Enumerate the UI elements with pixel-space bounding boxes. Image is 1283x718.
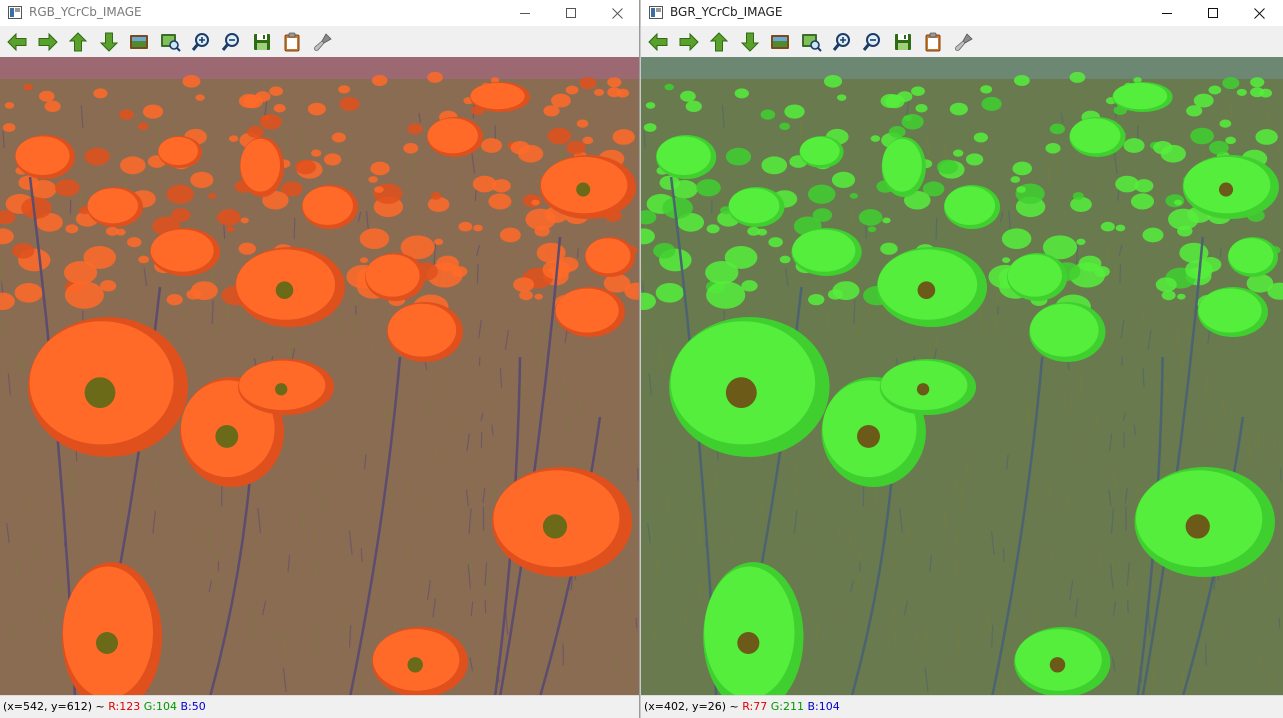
copy-clipboard-icon: [284, 32, 300, 51]
zoom-fit-button[interactable]: [159, 31, 181, 53]
title-bar[interactable]: RGB_YCrCb_IMAGE: [0, 0, 639, 26]
copy-clipboard-button[interactable]: [922, 31, 944, 53]
toolbar: [641, 26, 1283, 57]
status-bar: (x=402, y=26) ~ R:77 G:211 B:104: [641, 695, 1283, 718]
zoom-original-icon: [771, 34, 790, 49]
app-icon: [649, 6, 663, 19]
properties-icon: [955, 32, 973, 51]
window-title: BGR_YCrCb_IMAGE: [670, 5, 783, 19]
pan-up-button[interactable]: [708, 31, 730, 53]
properties-button[interactable]: [312, 31, 334, 53]
copy-clipboard-icon: [925, 32, 941, 51]
status-red: R:77: [742, 700, 768, 713]
properties-button[interactable]: [953, 31, 975, 53]
minimize-icon: [1162, 13, 1172, 14]
zoom-in-icon: [191, 32, 209, 51]
zoom-fit-icon: [801, 33, 822, 52]
save-icon: [894, 33, 911, 50]
pan-down-icon: [740, 32, 759, 52]
close-icon: [1253, 7, 1265, 19]
pan-up-button[interactable]: [67, 31, 89, 53]
status-blue: B:50: [180, 700, 206, 713]
pan-right-icon: [679, 32, 699, 51]
zoom-fit-button[interactable]: [800, 31, 822, 53]
zoom-original-icon: [130, 34, 149, 49]
pan-left-button[interactable]: [647, 31, 669, 53]
window-bgr-ycrcb[interactable]: BGR_YCrCb_IMAGE (x=402, y=26) ~ R:77 G:2…: [641, 0, 1283, 718]
maximize-button[interactable]: [548, 0, 594, 26]
zoom-fit-icon: [160, 33, 181, 52]
pan-left-icon: [7, 32, 27, 51]
minimize-icon: [520, 13, 530, 14]
window-title: RGB_YCrCb_IMAGE: [29, 5, 142, 19]
image-display: [641, 57, 1283, 695]
pan-right-button[interactable]: [37, 31, 59, 53]
pan-down-button[interactable]: [739, 31, 761, 53]
zoom-out-icon: [863, 32, 881, 51]
status-coords: (x=402, y=26) ~: [644, 700, 743, 713]
close-button[interactable]: [1236, 0, 1282, 26]
maximize-icon: [566, 8, 576, 18]
pan-right-icon: [38, 32, 58, 51]
image-canvas[interactable]: [0, 57, 639, 695]
minimize-button[interactable]: [1144, 0, 1190, 26]
zoom-original-button[interactable]: [128, 31, 150, 53]
title-bar[interactable]: BGR_YCrCb_IMAGE: [641, 0, 1283, 26]
minimize-button[interactable]: [502, 0, 548, 26]
status-green: G:211: [770, 700, 804, 713]
close-icon: [611, 7, 623, 19]
zoom-out-icon: [222, 32, 240, 51]
pan-up-icon: [709, 31, 729, 51]
image-content: [0, 57, 639, 695]
maximize-icon: [1208, 8, 1218, 18]
pan-down-button[interactable]: [98, 31, 120, 53]
zoom-out-button[interactable]: [220, 31, 242, 53]
save-button[interactable]: [251, 31, 273, 53]
window-rgb-ycrcb[interactable]: RGB_YCrCb_IMAGE (x=542, y=612) ~ R:123 G…: [0, 0, 640, 718]
status-bar: (x=542, y=612) ~ R:123 G:104 B:50: [0, 695, 639, 718]
zoom-original-button[interactable]: [769, 31, 791, 53]
zoom-out-button[interactable]: [861, 31, 883, 53]
image-canvas[interactable]: [641, 57, 1283, 695]
zoom-in-button[interactable]: [831, 31, 853, 53]
maximize-button[interactable]: [1190, 0, 1236, 26]
zoom-in-button[interactable]: [190, 31, 212, 53]
pan-left-icon: [648, 32, 668, 51]
copy-clipboard-button[interactable]: [281, 31, 303, 53]
status-red: R:123: [108, 700, 141, 713]
status-green: G:104: [143, 700, 177, 713]
close-button[interactable]: [594, 0, 639, 26]
save-button[interactable]: [892, 31, 914, 53]
image-content: [641, 57, 1283, 695]
status-blue: B:104: [807, 700, 840, 713]
save-icon: [253, 33, 270, 50]
pan-down-icon: [99, 32, 118, 52]
image-display: [0, 57, 639, 695]
pan-left-button[interactable]: [6, 31, 28, 53]
app-icon: [8, 6, 22, 19]
pan-up-icon: [68, 31, 88, 51]
properties-icon: [314, 32, 332, 51]
pan-right-button[interactable]: [678, 31, 700, 53]
zoom-in-icon: [832, 32, 850, 51]
status-coords: (x=542, y=612) ~: [3, 700, 109, 713]
toolbar: [0, 26, 639, 57]
